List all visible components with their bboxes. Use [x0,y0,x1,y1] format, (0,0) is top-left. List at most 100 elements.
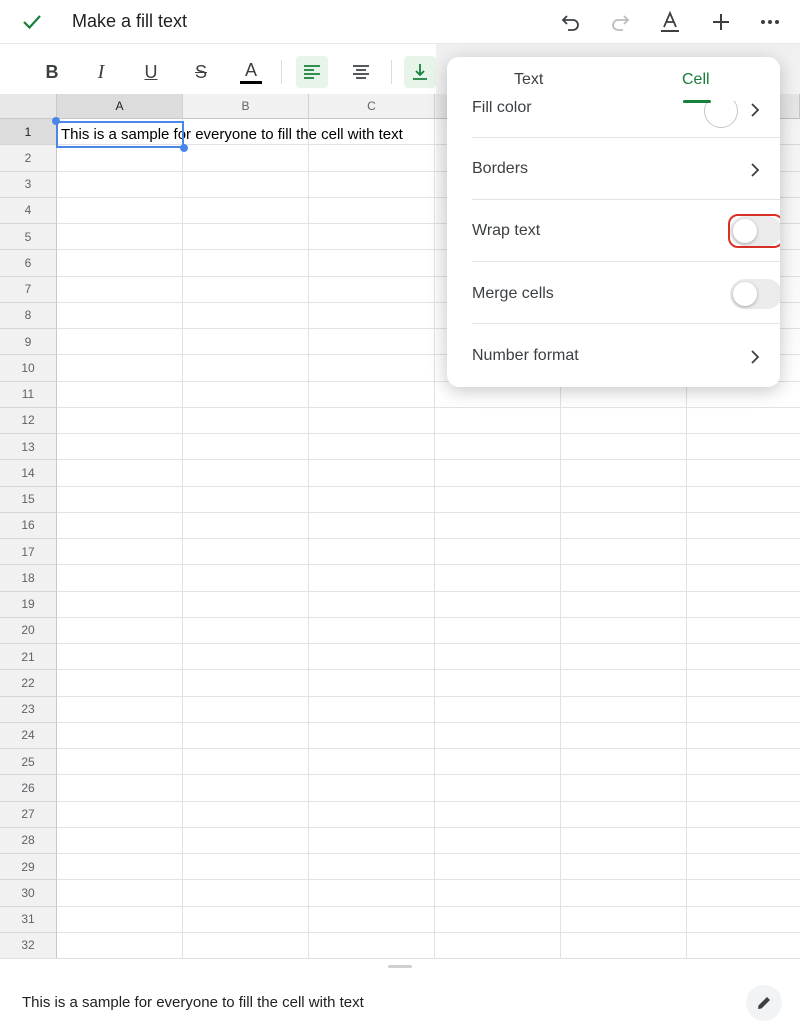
row-gridline [57,406,800,408]
toolbar-divider [391,60,392,84]
chevron-right-icon [751,163,760,177]
row-header-1[interactable]: 1 [0,119,57,146]
text-color-button[interactable]: A [235,56,267,88]
row-gridline [57,931,800,933]
vertical-align-bottom-icon [413,64,427,80]
edit-button[interactable] [746,985,782,1021]
pencil-icon [758,997,770,1009]
toggle-knob [733,282,757,306]
row-header-10[interactable]: 10 [0,355,57,382]
tab-text[interactable]: Text [514,71,543,89]
italic-button[interactable]: I [85,56,117,88]
row-gridline [57,826,800,828]
merge-cells-label: Merge cells [472,285,554,302]
cell-selection[interactable] [56,121,184,148]
select-all-corner[interactable] [0,94,57,119]
selection-handle-top-left[interactable] [52,117,60,125]
row-header-32[interactable]: 32 [0,932,57,958]
redo-icon[interactable] [606,8,634,36]
row-header-31[interactable]: 31 [0,906,57,933]
chevron-right-icon [751,350,760,364]
merge-cells-row: Merge cells [472,262,780,324]
column-header-a[interactable]: A [57,94,183,119]
row-header-19[interactable]: 19 [0,591,57,618]
selection-handle-bottom-right[interactable] [180,144,188,152]
tabs-background [447,57,780,101]
row-header-12[interactable]: 12 [0,407,57,434]
wrap-text-row: Wrap text [472,200,780,262]
row-header-15[interactable]: 15 [0,486,57,513]
row-header-29[interactable]: 29 [0,854,57,881]
row-header-11[interactable]: 11 [0,381,57,408]
column-header-c[interactable]: C [309,94,435,119]
row-header-20[interactable]: 20 [0,617,57,644]
row-header-30[interactable]: 30 [0,880,57,907]
formula-bar-text[interactable]: This is a sample for everyone to fill th… [22,994,364,1011]
document-title[interactable]: Make a fill text [72,11,187,32]
number-format-row[interactable]: Number format [472,324,780,386]
row-header-21[interactable]: 21 [0,644,57,671]
drag-handle[interactable] [388,965,412,968]
row-gridline [57,853,800,854]
row-header-8[interactable]: 8 [0,302,57,329]
row-header-2[interactable]: 2 [0,145,57,172]
wrap-text-label: Wrap text [472,222,541,239]
row-gridline [57,616,800,618]
row-gridline [57,748,800,749]
row-gridline [57,774,800,776]
row-gridline [57,669,800,671]
active-tab-indicator [683,100,711,103]
wrap-text-highlight [728,214,780,248]
row-header-24[interactable]: 24 [0,722,57,749]
row-header-9[interactable]: 9 [0,329,57,356]
align-center-icon [353,65,369,79]
row-gridline [57,564,800,566]
row-header-18[interactable]: 18 [0,565,57,592]
chevron-right-icon [751,103,760,117]
borders-row[interactable]: Borders [472,138,780,200]
align-left-icon [304,65,320,79]
row-header-5[interactable]: 5 [0,224,57,251]
row-header-26[interactable]: 26 [0,775,57,802]
row-header-13[interactable]: 13 [0,434,57,461]
row-header-28[interactable]: 28 [0,827,57,854]
align-center-button[interactable] [345,56,377,88]
row-header-27[interactable]: 27 [0,801,57,828]
vertical-align-bottom-button[interactable] [404,56,436,88]
number-format-label: Number format [472,347,579,364]
row-header-7[interactable]: 7 [0,276,57,303]
row-header-14[interactable]: 14 [0,460,57,487]
row-gridline [57,879,800,881]
row-header-23[interactable]: 23 [0,696,57,723]
fill-color-label: Fill color [472,99,532,116]
app-bar: Make a fill text [0,0,800,44]
row-header-16[interactable]: 16 [0,512,57,539]
add-icon[interactable] [707,8,735,36]
text-color-swatch [240,80,262,84]
row-gridline [57,511,800,513]
check-icon[interactable] [18,8,46,36]
tab-cell[interactable]: Cell [682,71,710,89]
row-gridline [57,433,800,434]
row-gridline [57,643,800,644]
column-header-b[interactable]: B [183,94,309,119]
more-icon[interactable] [756,8,784,36]
row-gridline [57,459,800,461]
row-header-4[interactable]: 4 [0,197,57,224]
row-header-25[interactable]: 25 [0,749,57,776]
row-header-22[interactable]: 22 [0,670,57,697]
merge-cells-toggle[interactable] [730,279,780,309]
row-header-17[interactable]: 17 [0,539,57,566]
row-header-3[interactable]: 3 [0,171,57,198]
row-gridline [57,590,800,592]
strikethrough-button[interactable]: S [185,56,217,88]
undo-icon[interactable] [557,8,585,36]
underline-button[interactable]: U [135,56,167,88]
row-gridline [57,485,800,487]
row-gridline [57,721,800,723]
row-gridline [57,905,800,907]
align-left-button[interactable] [296,56,328,88]
bold-button[interactable]: B [36,56,68,88]
text-format-icon[interactable] [656,8,684,36]
row-header-6[interactable]: 6 [0,250,57,277]
